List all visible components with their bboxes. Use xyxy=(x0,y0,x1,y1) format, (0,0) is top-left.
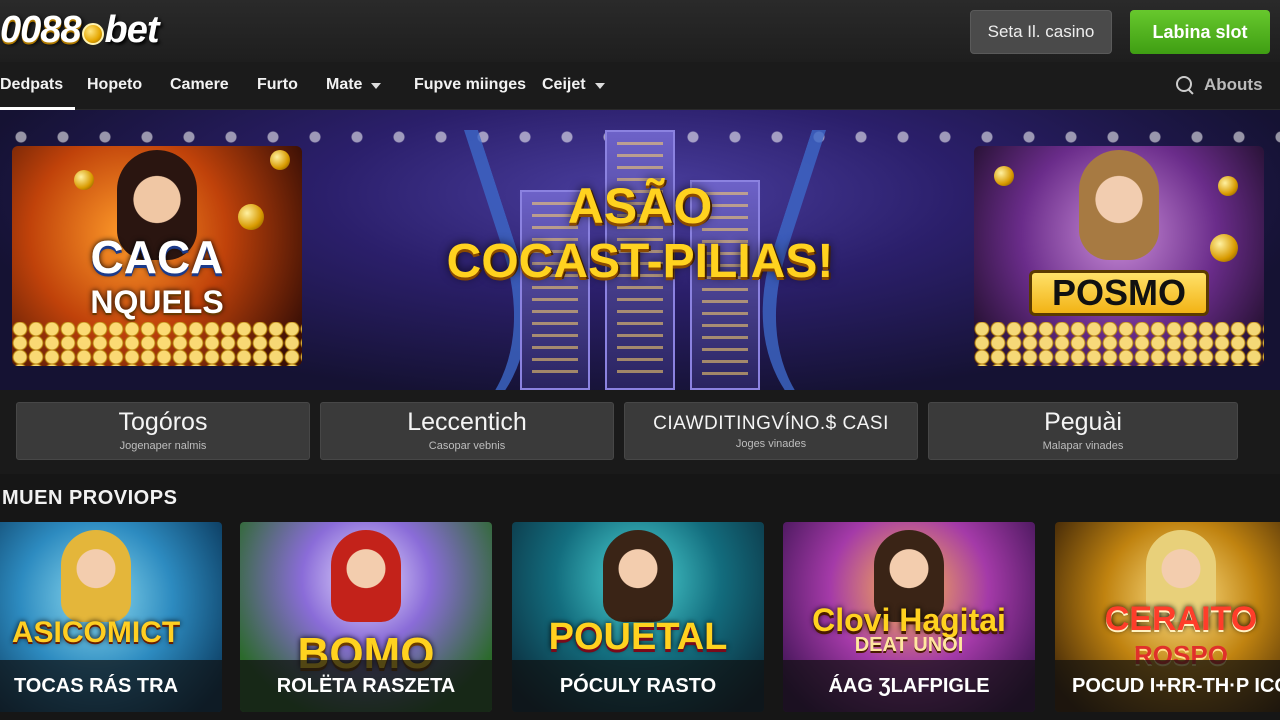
nav-item-hopeto[interactable]: Hopeto xyxy=(87,62,142,108)
hero-title-line1: ASÃO xyxy=(567,178,713,234)
category-tab[interactable]: CIAWDITINGVÍNO.$ CASI Joges vinades xyxy=(624,402,918,460)
hero-title: ASÃO COCAST-PILIAS! xyxy=(410,178,870,290)
nav-label: Mate xyxy=(326,76,363,93)
game-label: ÁAG ƷLAFPIGLE xyxy=(783,660,1035,712)
hero-title-line2: COCAST-PILIAS! xyxy=(446,235,834,288)
chevron-down-icon xyxy=(371,83,382,89)
game-card[interactable]: BOMO ROLËTA RASZETA xyxy=(240,522,492,712)
logo-word: bet xyxy=(104,8,160,51)
coin-icon xyxy=(74,170,94,190)
promo-character xyxy=(1079,150,1159,260)
category-title: CIAWDITINGVÍNO.$ CASI xyxy=(653,413,889,434)
category-strip: Togóros Jogenaper nalmis Leccentich Caso… xyxy=(0,390,1280,474)
category-subtitle: Joges vinades xyxy=(735,438,807,450)
casino-button[interactable]: Seta Il. casino xyxy=(970,10,1112,54)
logo-number: 0088 xyxy=(0,8,82,51)
category-title: Togóros xyxy=(118,408,208,436)
game-card[interactable]: Clovi Hagitai DEAT UNOI ÁAG ƷLAFPIGLE xyxy=(783,522,1035,712)
nav-item-furto[interactable]: Furto xyxy=(257,62,298,108)
coin-icon xyxy=(1218,176,1238,196)
game-character xyxy=(61,530,131,622)
game-art-title: ASICOMICT xyxy=(11,616,181,649)
coin-icon xyxy=(1210,234,1238,262)
game-card[interactable]: POUETAL PÓCULY RASTO xyxy=(512,522,764,712)
game-character xyxy=(331,530,401,622)
game-label: PÓCULY RASTO xyxy=(512,660,764,712)
nav-item-fupve-miinges[interactable]: Fupve miinges xyxy=(414,62,526,108)
game-label: ROLËTA RASZETA xyxy=(240,660,492,712)
gold-coins-pile xyxy=(974,322,1264,366)
category-title: Leccentich xyxy=(407,408,527,436)
section-title: MUEN PROVIOPS xyxy=(2,487,178,509)
nav-item-mate[interactable]: Mate xyxy=(326,62,382,108)
slot-button[interactable]: Labina slot xyxy=(1130,10,1270,54)
nav-label: Ceijet xyxy=(542,76,586,93)
category-tab[interactable]: Leccentich Casopar vebnis xyxy=(320,402,614,460)
coin-icon xyxy=(81,23,104,45)
promo-title: CACA xyxy=(90,231,224,283)
coin-icon xyxy=(994,166,1014,186)
category-tab[interactable]: Peguài Malapar vinades xyxy=(928,402,1238,460)
category-title: Peguài xyxy=(1044,408,1122,436)
nav-label: Fupve miinges xyxy=(414,76,527,93)
gold-coins-pile xyxy=(12,322,302,366)
coin-icon xyxy=(270,150,290,170)
nav-item-dedpats[interactable]: Dedpats xyxy=(0,62,76,110)
game-art-subtitle: DEAT UNOI xyxy=(854,634,964,656)
nav-label: Furto xyxy=(257,76,298,93)
category-subtitle: Malapar vinades xyxy=(1042,440,1124,452)
main-nav: Dedpats Hopeto Camere Furto Mate Fupve m… xyxy=(0,62,1280,110)
game-card[interactable]: CERAITO ROSPO POCUD I+RR-TH·P ICO xyxy=(1055,522,1280,712)
game-character xyxy=(603,530,673,622)
search-label: Abouts xyxy=(1204,75,1263,94)
nav-item-camere[interactable]: Camere xyxy=(170,62,229,108)
category-subtitle: Jogenaper nalmis xyxy=(119,440,207,452)
search-icon xyxy=(1176,76,1194,94)
game-card[interactable]: ASICOMICT TOCAS RÁS TRA xyxy=(0,522,222,712)
promo-card-right[interactable]: POSMO xyxy=(974,146,1264,366)
category-subtitle: Casopar vebnis xyxy=(428,440,506,452)
search-link[interactable]: Abouts xyxy=(1176,62,1263,108)
game-art-title: Clovi Hagitai xyxy=(812,602,1006,638)
promo-card-left[interactable]: CACA NQUELS xyxy=(12,146,302,366)
hero-banner[interactable]: ASÃO COCAST-PILIAS! CACA NQUELS POSMO xyxy=(0,110,1280,390)
promo-title: POSMO xyxy=(1029,270,1209,316)
nav-label: Dedpats xyxy=(0,76,64,93)
coin-icon xyxy=(238,204,264,230)
site-logo[interactable]: 0088 bet xyxy=(0,8,160,52)
top-bar: 0088 bet Seta Il. casino Labina slot xyxy=(0,0,1280,62)
nav-item-ceijet[interactable]: Ceijet xyxy=(542,62,605,108)
game-art-title: POUETAL xyxy=(548,616,728,658)
nav-label: Camere xyxy=(170,76,229,93)
game-label: POCUD I+RR-TH·P ICO xyxy=(1055,660,1280,712)
nav-label: Hopeto xyxy=(87,76,143,93)
category-tab[interactable]: Togóros Jogenaper nalmis xyxy=(16,402,310,460)
chevron-down-icon xyxy=(594,83,605,89)
game-art-title: CERAITO xyxy=(1104,600,1258,638)
promo-subtitle: NQUELS xyxy=(90,284,224,320)
game-label: TOCAS RÁS TRA xyxy=(0,660,222,712)
